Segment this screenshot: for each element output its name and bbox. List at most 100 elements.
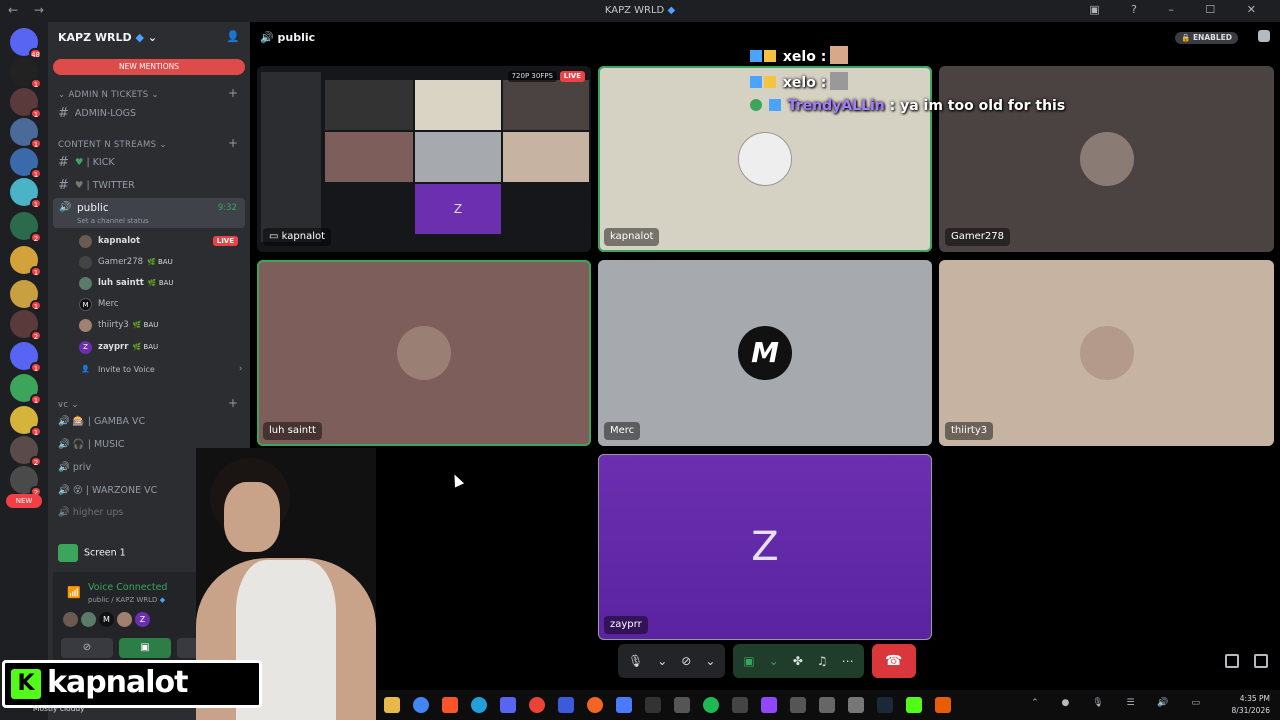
disconnect-button[interactable]: ☎ bbox=[871, 644, 916, 678]
invite-to-voice[interactable]: 👤 Invite to Voice › bbox=[79, 361, 242, 377]
app-icon[interactable] bbox=[848, 697, 864, 713]
server-icon[interactable]: 1 bbox=[10, 342, 42, 373]
server-icon[interactable]: 1 bbox=[10, 374, 42, 405]
server-icon[interactable]: 1 bbox=[10, 178, 42, 209]
add-channel-icon[interactable]: + bbox=[228, 396, 238, 410]
server-icon[interactable]: 1 bbox=[10, 246, 42, 277]
tile-label: kapnalot bbox=[604, 228, 660, 246]
participant-tile[interactable]: M Merc bbox=[598, 260, 932, 446]
chat-icon[interactable] bbox=[1258, 30, 1270, 42]
voice-member[interactable]: M Merc bbox=[79, 296, 119, 312]
server-icon[interactable]: 2 bbox=[10, 466, 42, 497]
server-icon-home[interactable]: 48 bbox=[10, 28, 42, 59]
channel-gamba-vc[interactable]: 🔊 🎰 | GAMBA VC bbox=[58, 416, 145, 427]
participant-tile[interactable]: luh saintt bbox=[257, 260, 591, 446]
soundcloud-icon[interactable] bbox=[587, 697, 603, 713]
avatar[interactable] bbox=[117, 612, 132, 627]
server-name[interactable]: KAPZ WRLD ◆ ⌄ bbox=[58, 31, 157, 44]
folder-icon[interactable] bbox=[384, 697, 400, 713]
app-icon[interactable] bbox=[790, 697, 806, 713]
weather-widget[interactable]: Mostly cloudy bbox=[33, 704, 85, 713]
participant-tile[interactable]: thiirty3 bbox=[939, 260, 1274, 446]
voice-member[interactable]: thiirty3 🌿 BAU bbox=[79, 317, 158, 333]
kick-icon[interactable] bbox=[906, 697, 922, 713]
chat-message: xelo : bbox=[750, 72, 849, 91]
app-icon[interactable] bbox=[529, 697, 545, 713]
avatar[interactable] bbox=[81, 612, 96, 627]
channel-priv[interactable]: 🔊 priv bbox=[58, 462, 91, 473]
camera-off-icon: ⊘ bbox=[681, 654, 692, 668]
channel-higher-ups[interactable]: 🔊 higher ups bbox=[58, 507, 123, 518]
new-mentions-button[interactable]: NEW MENTIONS bbox=[53, 59, 245, 75]
voice-member[interactable]: Zzayprr 🌿 BAU bbox=[79, 339, 158, 355]
heart-icon: ♥ bbox=[74, 180, 84, 191]
channel-admin-logs[interactable]: # ADMIN-LOGS bbox=[58, 106, 136, 121]
channel-music[interactable]: 🔊 🎧 | MUSIC bbox=[58, 439, 125, 450]
add-user-icon[interactable]: 👤 bbox=[226, 30, 240, 43]
avatar[interactable]: Z bbox=[135, 612, 150, 627]
category-vc[interactable]: vc ⌄ bbox=[58, 400, 79, 410]
server-icon[interactable]: 1 bbox=[10, 58, 42, 89]
screen-share-control[interactable]: ▣ ⌄ ✤ ♫ ⋯ bbox=[733, 644, 864, 678]
popout-icon[interactable] bbox=[1225, 654, 1239, 668]
voice-member[interactable]: Gamer278 🌿 BAU bbox=[79, 254, 173, 270]
participant-tile[interactable]: Gamer278 bbox=[939, 66, 1274, 252]
server-icon[interactable]: 1 bbox=[10, 406, 42, 437]
avatar bbox=[738, 132, 792, 186]
speaker-icon: 🔊 bbox=[58, 462, 70, 473]
chrome-icon[interactable] bbox=[413, 697, 429, 713]
screen-share-button[interactable]: ▣ bbox=[119, 638, 171, 658]
server-icon[interactable]: 1 bbox=[10, 280, 42, 311]
server-icon[interactable]: 1 bbox=[10, 148, 42, 179]
server-icon[interactable]: 1 bbox=[10, 118, 42, 149]
new-servers-pill[interactable]: NEW bbox=[6, 494, 42, 508]
chevron-down-icon: ⌄ bbox=[768, 654, 779, 668]
channel-kick[interactable]: # ♥ | KICK bbox=[58, 155, 115, 170]
nested-tile bbox=[503, 132, 589, 182]
streamer-name-overlay: K kapnalot bbox=[2, 660, 262, 708]
camera-off-button[interactable]: ⊘ bbox=[61, 638, 113, 658]
spotify-icon[interactable] bbox=[703, 697, 719, 713]
cube-icon bbox=[750, 50, 762, 62]
avatar[interactable]: M bbox=[99, 612, 114, 627]
telegram-icon[interactable] bbox=[471, 697, 487, 713]
server-icon[interactable]: 1 bbox=[10, 88, 42, 119]
avatar bbox=[79, 318, 92, 332]
enabled-badge[interactable]: 🔒 ENABLED bbox=[1174, 32, 1238, 44]
participant-tile[interactable]: kapnalot bbox=[598, 66, 932, 252]
fullscreen-icon[interactable] bbox=[1254, 654, 1268, 668]
stream-tile[interactable]: Z 720P 30FPS LIVE ▭ kapnalot bbox=[257, 66, 591, 252]
avatar[interactable] bbox=[63, 612, 78, 627]
invite-icon: 👤 bbox=[81, 364, 90, 373]
epic-games-icon[interactable] bbox=[645, 697, 661, 713]
server-icon[interactable]: 2 bbox=[10, 212, 42, 243]
app-icon[interactable] bbox=[732, 697, 748, 713]
category-admin[interactable]: ⌄ ADMIN N TICKETS ⌄ bbox=[58, 90, 159, 100]
app-icon[interactable] bbox=[935, 697, 951, 713]
server-icon[interactable]: 2 bbox=[10, 310, 42, 341]
mic-control[interactable]: 🎙 ⌄ ⊘ ⌄ bbox=[618, 644, 726, 678]
app-icon[interactable] bbox=[819, 697, 835, 713]
add-channel-icon[interactable]: + bbox=[228, 136, 238, 150]
server-icon[interactable]: 2 bbox=[10, 436, 42, 467]
app-icon[interactable] bbox=[674, 697, 690, 713]
channel-warzone-vc[interactable]: 🔊 😵 | WARZONE VC bbox=[58, 485, 157, 496]
app-icon[interactable] bbox=[558, 697, 574, 713]
system-tray[interactable]: ⌃ ● 🎙 ☰ 🔊 ▭ bbox=[1031, 698, 1210, 708]
brave-icon[interactable] bbox=[442, 697, 458, 713]
voice-member[interactable]: luh saintt 🌿 BAU bbox=[79, 275, 174, 291]
twitch-icon[interactable] bbox=[761, 697, 777, 713]
app-icon[interactable] bbox=[616, 697, 632, 713]
voice-member[interactable]: kapnalot bbox=[79, 233, 140, 249]
discord-icon[interactable] bbox=[500, 697, 516, 713]
clock[interactable]: 4:35 PM 8/31/2026 bbox=[1232, 693, 1270, 717]
window-controls[interactable]: ▣ ? – ☐ ✕ bbox=[1089, 3, 1270, 16]
channel-twitter[interactable]: # ♥ | TWITTER bbox=[58, 178, 135, 193]
add-channel-icon[interactable]: + bbox=[228, 86, 238, 100]
channel-public-active[interactable]: 🔊 public Set a channel status 9:32 bbox=[53, 198, 245, 228]
channel-status[interactable]: Set a channel status bbox=[77, 217, 149, 225]
steam-icon[interactable] bbox=[877, 697, 893, 713]
participant-tile[interactable]: Z zayprr bbox=[598, 454, 932, 640]
voice-status[interactable]: Voice Connected bbox=[88, 582, 167, 593]
category-content[interactable]: CONTENT N STREAMS ⌄ bbox=[58, 140, 167, 150]
